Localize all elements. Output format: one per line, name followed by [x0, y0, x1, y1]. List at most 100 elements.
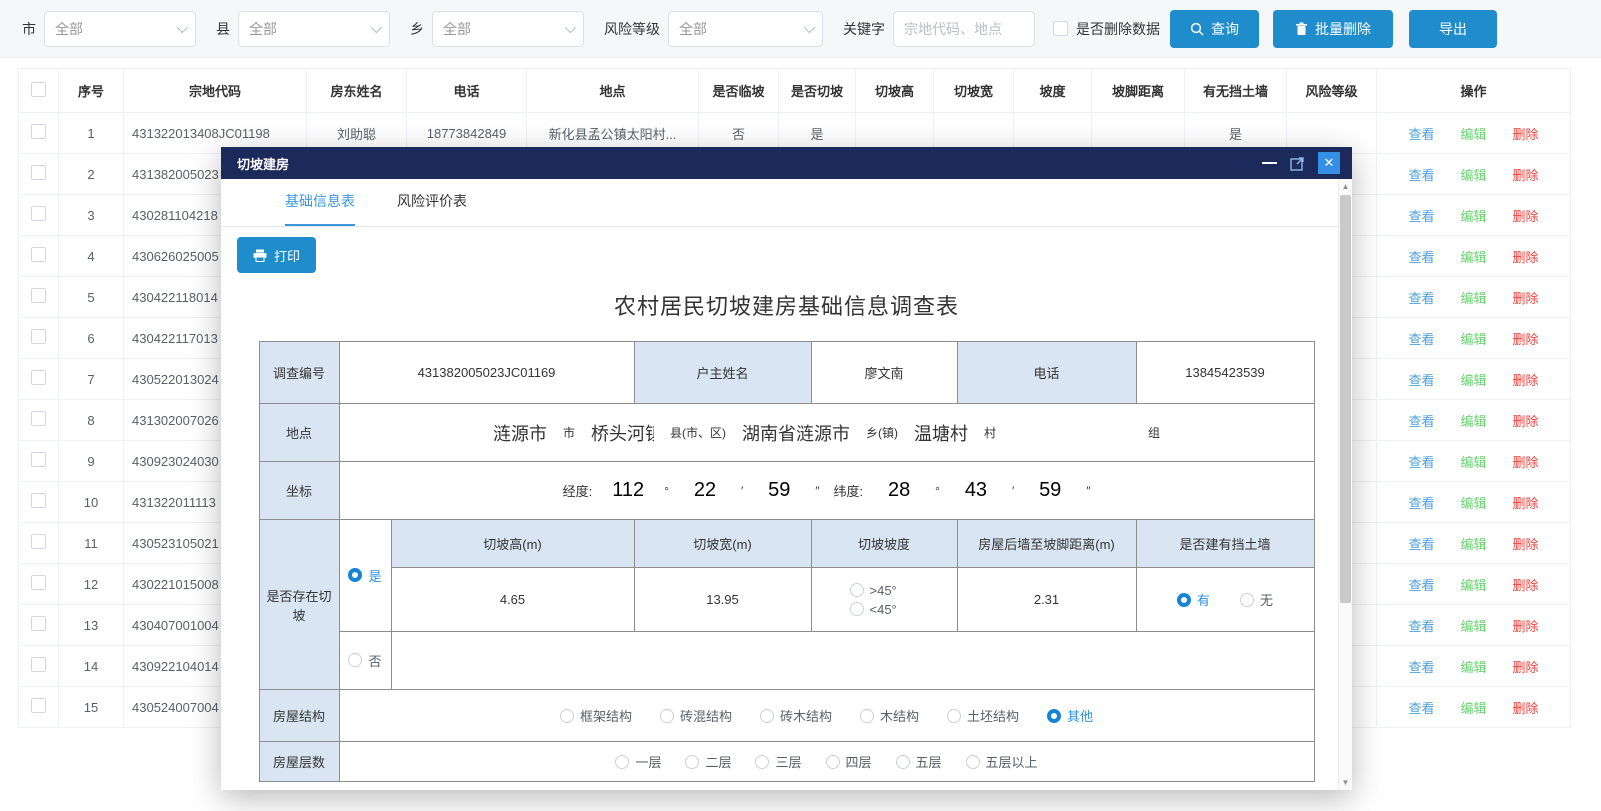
delete-link[interactable]: 删除	[1513, 168, 1539, 183]
delete-link[interactable]: 删除	[1513, 619, 1539, 634]
edit-link[interactable]: 编辑	[1460, 373, 1486, 388]
view-link[interactable]: 查看	[1408, 701, 1434, 716]
delete-link[interactable]: 删除	[1513, 578, 1539, 593]
delete-link[interactable]: 删除	[1513, 701, 1539, 716]
row-checkbox[interactable]	[31, 575, 46, 590]
modal-scrollbar[interactable]: ▲ ▼	[1338, 179, 1352, 790]
risk-select[interactable]: 全部	[668, 11, 823, 47]
radio-option[interactable]: >45°	[850, 583, 897, 598]
minimize-icon[interactable]	[1262, 162, 1277, 164]
view-link[interactable]: 查看	[1408, 209, 1434, 224]
row-checkbox[interactable]	[31, 329, 46, 344]
town-select[interactable]: 全部	[432, 11, 584, 47]
close-icon[interactable]: ✕	[1318, 152, 1340, 174]
radio-option[interactable]: 砖混结构	[660, 706, 732, 725]
scrollbar-thumb[interactable]	[1340, 195, 1351, 603]
tab-basic-info[interactable]: 基础信息表	[285, 191, 355, 226]
edit-link[interactable]: 编辑	[1460, 168, 1486, 183]
view-link[interactable]: 查看	[1408, 578, 1434, 593]
view-link[interactable]: 查看	[1408, 660, 1434, 675]
dialog-titlebar[interactable]: 切坡建房 ✕	[221, 147, 1352, 179]
print-button[interactable]: 打印	[237, 237, 316, 273]
row-checkbox[interactable]	[31, 411, 46, 426]
edit-link[interactable]: 编辑	[1460, 701, 1486, 716]
row-checkbox[interactable]	[31, 370, 46, 385]
radio-option[interactable]: 无	[1240, 590, 1273, 609]
edit-link[interactable]: 编辑	[1460, 332, 1486, 347]
view-link[interactable]: 查看	[1408, 250, 1434, 265]
row-checkbox[interactable]	[31, 206, 46, 221]
edit-link[interactable]: 编辑	[1460, 496, 1486, 511]
radio-option[interactable]: 是	[348, 566, 381, 585]
edit-link[interactable]: 编辑	[1460, 660, 1486, 675]
maximize-icon[interactable]	[1290, 156, 1305, 171]
city-select[interactable]: 全部	[44, 11, 196, 47]
view-link[interactable]: 查看	[1408, 373, 1434, 388]
row-checkbox[interactable]	[31, 124, 46, 139]
delete-link[interactable]: 删除	[1513, 373, 1539, 388]
row-checkbox[interactable]	[31, 452, 46, 467]
tab-risk-eval[interactable]: 风险评价表	[397, 191, 467, 226]
delete-link[interactable]: 删除	[1513, 332, 1539, 347]
delete-link[interactable]: 删除	[1513, 660, 1539, 675]
view-link[interactable]: 查看	[1408, 619, 1434, 634]
radio-option[interactable]: 三层	[755, 752, 801, 771]
view-link[interactable]: 查看	[1408, 127, 1434, 142]
radio-option[interactable]: 木结构	[860, 706, 919, 725]
row-checkbox[interactable]	[31, 534, 46, 549]
select-all-checkbox[interactable]	[31, 82, 46, 97]
edit-link[interactable]: 编辑	[1460, 127, 1486, 142]
export-button[interactable]: 导出	[1409, 10, 1497, 48]
row-checkbox[interactable]	[31, 247, 46, 262]
radio-option[interactable]: 否	[348, 651, 381, 670]
radio-option[interactable]: 四层	[826, 752, 872, 771]
query-button[interactable]: 查询	[1170, 10, 1259, 48]
edit-link[interactable]: 编辑	[1460, 455, 1486, 470]
row-checkbox[interactable]	[31, 165, 46, 180]
row-checkbox[interactable]	[31, 657, 46, 672]
delete-link[interactable]: 删除	[1513, 250, 1539, 265]
delete-link[interactable]: 删除	[1513, 496, 1539, 511]
row-checkbox[interactable]	[31, 616, 46, 631]
view-link[interactable]: 查看	[1408, 455, 1434, 470]
edit-link[interactable]: 编辑	[1460, 537, 1486, 552]
radio-option[interactable]: 五层	[896, 752, 942, 771]
edit-link[interactable]: 编辑	[1460, 250, 1486, 265]
radio-option[interactable]: 砖木结构	[760, 706, 832, 725]
scroll-up-icon[interactable]: ▲	[1339, 182, 1352, 191]
delete-link[interactable]: 删除	[1513, 209, 1539, 224]
edit-link[interactable]: 编辑	[1460, 578, 1486, 593]
view-link[interactable]: 查看	[1408, 537, 1434, 552]
delete-link[interactable]: 删除	[1513, 537, 1539, 552]
view-link[interactable]: 查看	[1408, 332, 1434, 347]
radio-option[interactable]: 有	[1177, 590, 1210, 609]
delete-link[interactable]: 删除	[1513, 291, 1539, 306]
county-select[interactable]: 全部	[238, 11, 390, 47]
radio-option[interactable]: <45°	[850, 602, 897, 617]
row-checkbox[interactable]	[31, 493, 46, 508]
row-checkbox[interactable]	[31, 288, 46, 303]
location-city-value: 涟源市	[493, 420, 547, 446]
edit-link[interactable]: 编辑	[1460, 291, 1486, 306]
radio-option[interactable]: 其他	[1047, 706, 1093, 725]
edit-link[interactable]: 编辑	[1460, 209, 1486, 224]
radio-option[interactable]: 框架结构	[560, 706, 632, 725]
view-link[interactable]: 查看	[1408, 414, 1434, 429]
scroll-down-icon[interactable]: ▼	[1339, 778, 1352, 787]
radio-option[interactable]: 土坯结构	[947, 706, 1019, 725]
deleted-data-checkbox[interactable]	[1053, 21, 1068, 36]
delete-link[interactable]: 删除	[1513, 455, 1539, 470]
edit-link[interactable]: 编辑	[1460, 414, 1486, 429]
edit-link[interactable]: 编辑	[1460, 619, 1486, 634]
batch-delete-button[interactable]: 批量删除	[1273, 10, 1393, 48]
radio-option[interactable]: 五层以上	[966, 752, 1038, 771]
delete-link[interactable]: 删除	[1513, 127, 1539, 142]
view-link[interactable]: 查看	[1408, 291, 1434, 306]
radio-option[interactable]: 二层	[685, 752, 731, 771]
keyword-input[interactable]	[893, 11, 1035, 47]
row-checkbox[interactable]	[31, 698, 46, 713]
view-link[interactable]: 查看	[1408, 168, 1434, 183]
view-link[interactable]: 查看	[1408, 496, 1434, 511]
delete-link[interactable]: 删除	[1513, 414, 1539, 429]
radio-option[interactable]: 一层	[615, 752, 661, 771]
